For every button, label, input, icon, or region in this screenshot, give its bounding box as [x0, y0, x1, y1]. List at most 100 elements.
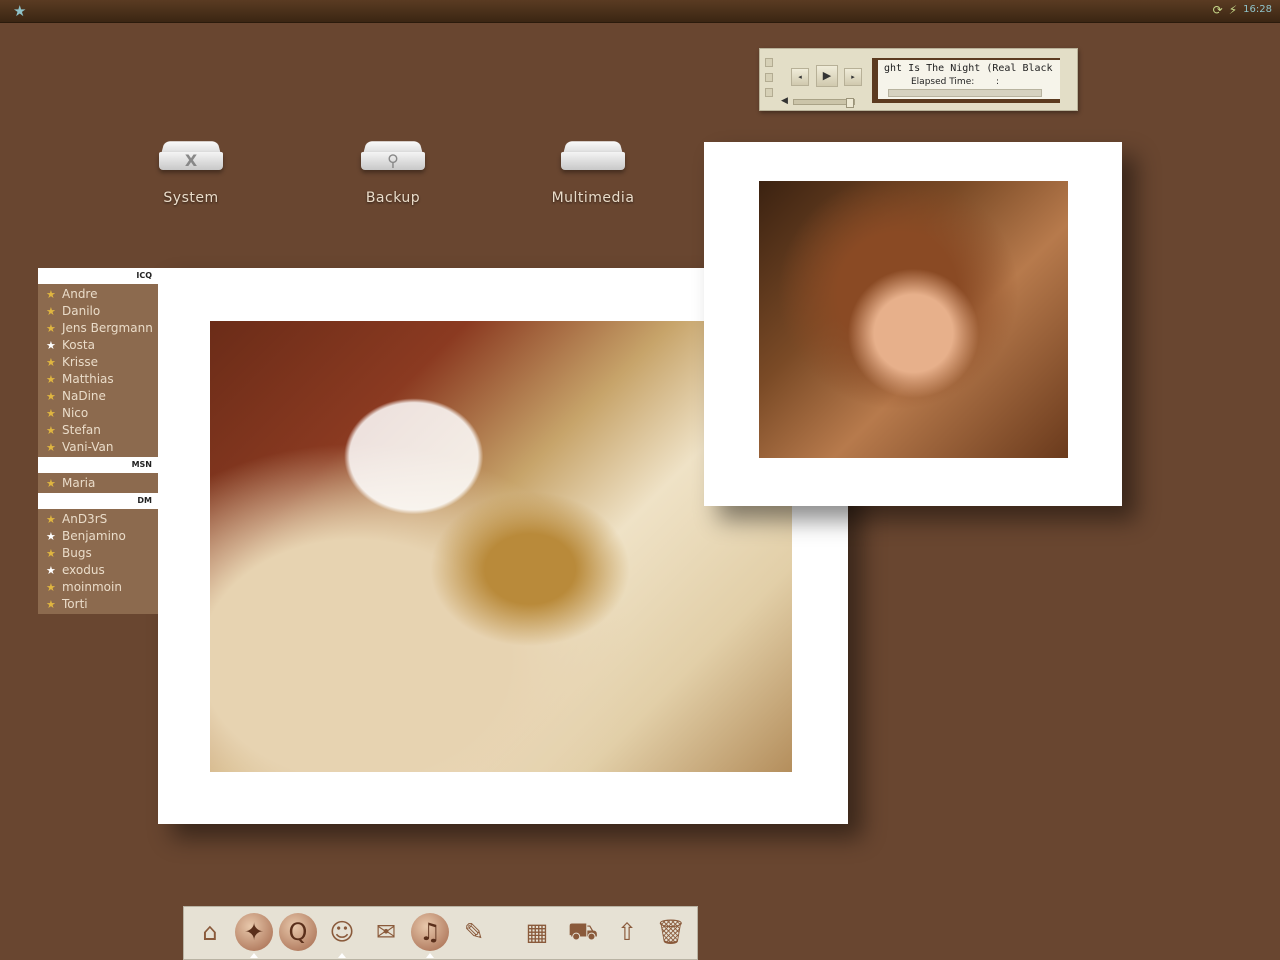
- lightning-icon[interactable]: ⚡: [1229, 3, 1237, 17]
- star-icon: ★: [46, 407, 56, 420]
- contact-item[interactable]: ★ Kosta: [38, 337, 158, 354]
- contact-item[interactable]: ★ Danilo: [38, 303, 158, 320]
- delivery-truck-icon[interactable]: ⛟: [564, 913, 602, 951]
- star-icon: ★: [46, 305, 56, 318]
- track-progress-bar[interactable]: [888, 89, 1042, 97]
- drive-backup[interactable]: ⚲ Backup: [333, 140, 453, 206]
- elapsed-label: Elapsed Time:: [911, 77, 975, 87]
- contact-item[interactable]: ★ Krisse: [38, 354, 158, 371]
- previous-track-button[interactable]: ◂: [791, 68, 809, 86]
- star-icon: ★: [46, 477, 56, 490]
- group-header-msn[interactable]: MSN: [38, 457, 158, 473]
- drive-multimedia[interactable]: Multimedia: [533, 140, 653, 206]
- drive-label: System: [163, 190, 219, 206]
- star-icon[interactable]: ★: [13, 2, 26, 20]
- player-side-button[interactable]: [765, 88, 773, 97]
- menu-bar: ★ ⟳ ⚡ 16:28: [0, 0, 1280, 23]
- track-display: ght Is The Night (Real Black Elapsed Tim…: [872, 58, 1060, 103]
- multimedia-drive-icon: [561, 140, 625, 170]
- contact-name: Andre: [62, 287, 98, 301]
- drive-system[interactable]: X System: [131, 140, 251, 206]
- star-icon: ★: [46, 581, 56, 594]
- volume-slider[interactable]: [793, 98, 855, 108]
- quicktime-icon[interactable]: Q: [279, 913, 317, 951]
- refresh-icon[interactable]: ⟳: [1213, 3, 1223, 17]
- contact-list: ICQ ★ Andre ★ Danilo ★ Jens Bergmann ★ Kosta…: [38, 268, 158, 614]
- contact-name: NaDine: [62, 389, 106, 403]
- music-player: ◂ ▶ ▸ ◀ ght Is The Night (Real Black Ela…: [759, 48, 1078, 111]
- trash-icon[interactable]: 🗑: [652, 913, 690, 951]
- chat-buddy-icon[interactable]: ☺: [323, 913, 361, 958]
- home-icon[interactable]: ⌂: [191, 913, 229, 951]
- contact-item[interactable]: ★ moinmoin: [38, 579, 158, 596]
- contact-item[interactable]: ★ Benjamino: [38, 528, 158, 545]
- star-icon: ★: [46, 339, 56, 352]
- contact-item[interactable]: ★ Bugs: [38, 545, 158, 562]
- elapsed-value: :: [996, 77, 1000, 87]
- contact-name: Stefan: [62, 423, 101, 437]
- player-side-button[interactable]: [765, 58, 773, 67]
- contact-item[interactable]: ★ Nico: [38, 405, 158, 422]
- contact-name: exodus: [62, 563, 105, 577]
- contact-name: Danilo: [62, 304, 101, 318]
- star-icon: ★: [46, 424, 56, 437]
- contact-name: Vani-Van: [62, 440, 114, 454]
- contact-name: moinmoin: [62, 580, 122, 594]
- player-side-button[interactable]: [765, 73, 773, 82]
- running-indicator: [426, 953, 434, 958]
- star-icon: ★: [46, 356, 56, 369]
- contact-item[interactable]: ★ AnD3rS: [38, 511, 158, 528]
- star-icon: ★: [46, 513, 56, 526]
- drive-label: Multimedia: [551, 190, 635, 206]
- package-icon[interactable]: ✉: [367, 913, 405, 951]
- volume-knob[interactable]: [846, 98, 854, 108]
- play-button[interactable]: ▶: [816, 65, 838, 87]
- drive-label: Backup: [365, 190, 421, 206]
- map-icon[interactable]: ▦: [518, 913, 556, 951]
- group-msn: ★ Maria: [38, 473, 158, 493]
- contact-item[interactable]: ★ Matthias: [38, 371, 158, 388]
- star-icon: ★: [46, 322, 56, 335]
- star-icon: ★: [46, 564, 56, 577]
- star-icon: ★: [46, 547, 56, 560]
- system-tray: ⟳ ⚡ 16:28: [1213, 3, 1272, 17]
- contact-name: AnD3rS: [62, 512, 108, 526]
- contact-item[interactable]: ★ Vani-Van: [38, 439, 158, 456]
- contact-name: Maria: [62, 476, 96, 490]
- contact-item[interactable]: ★ Jens Bergmann: [38, 320, 158, 337]
- upload-box-icon[interactable]: ⇧: [608, 913, 646, 951]
- photo-frame-small[interactable]: [704, 142, 1122, 506]
- running-indicator: [338, 953, 346, 958]
- star-icon: ★: [46, 373, 56, 386]
- contact-name: Kosta: [62, 338, 95, 352]
- star-icon: ★: [46, 598, 56, 611]
- photo-portrait: [759, 181, 1068, 458]
- music-disc-icon[interactable]: ♫: [411, 913, 449, 958]
- group-header-icq[interactable]: ICQ: [38, 268, 158, 284]
- contact-name: Krisse: [62, 355, 99, 369]
- group-dm: ★ AnD3rS ★ Benjamino ★ Bugs ★ exodus ★ moinmo…: [38, 509, 158, 614]
- system-drive-icon: X: [159, 140, 223, 170]
- contact-item[interactable]: ★ exodus: [38, 562, 158, 579]
- compass-icon[interactable]: ✦: [235, 913, 273, 958]
- contact-item[interactable]: ★ Stefan: [38, 422, 158, 439]
- star-icon: ★: [46, 530, 56, 543]
- star-icon: ★: [46, 441, 56, 454]
- clock[interactable]: 16:28: [1243, 3, 1272, 17]
- feather-notes-icon[interactable]: ✎: [455, 913, 493, 951]
- contact-name: Nico: [62, 406, 89, 420]
- track-title: ght Is The Night (Real Black: [884, 63, 1053, 74]
- contact-name: Benjamino: [62, 529, 126, 543]
- contact-item[interactable]: ★ Torti: [38, 596, 158, 613]
- contact-item[interactable]: ★ Maria: [38, 475, 158, 492]
- contact-item[interactable]: ★ Andre: [38, 286, 158, 303]
- group-icq: ★ Andre ★ Danilo ★ Jens Bergmann ★ Kosta ★ Kr…: [38, 284, 158, 457]
- next-track-button[interactable]: ▸: [844, 68, 862, 86]
- contact-name: Bugs: [62, 546, 92, 560]
- contact-item[interactable]: ★ NaDine: [38, 388, 158, 405]
- contact-name: Matthias: [62, 372, 114, 386]
- group-header-dm[interactable]: DM: [38, 493, 158, 509]
- star-icon: ★: [46, 288, 56, 301]
- contact-name: Jens Bergmann: [62, 321, 153, 335]
- player-side-buttons: [765, 58, 773, 103]
